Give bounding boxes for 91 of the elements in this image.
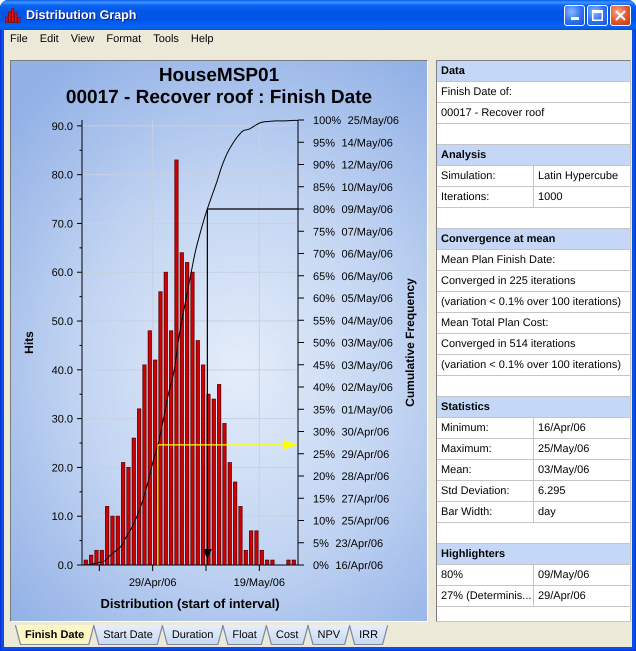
percentile-date: 25/Apr/06 bbox=[342, 516, 390, 528]
table-cell-text: (variation < 0.1% over 100 iterations) bbox=[440, 358, 622, 373]
table-cell-text: Finish Date of: bbox=[440, 85, 513, 100]
table-cell: Bar Width: bbox=[437, 502, 534, 522]
percentile-date: 06/May/06 bbox=[342, 248, 393, 260]
table-cell-text: Latin Hypercube bbox=[537, 169, 620, 184]
axis-tick-label: 10% bbox=[313, 516, 336, 528]
axis-tick-label: 0.0 bbox=[58, 560, 73, 572]
table-cell: 80% bbox=[437, 565, 534, 585]
axis-tick-label: 80% bbox=[313, 204, 336, 216]
table-cell-text: Mean Total Plan Cost: bbox=[440, 316, 550, 331]
percentile-date: 28/Apr/06 bbox=[342, 471, 390, 483]
axis-tick-label: 75% bbox=[313, 226, 336, 238]
table-cell: Std Deviation: bbox=[437, 481, 534, 501]
percentile-date: 05/May/06 bbox=[342, 293, 393, 305]
table-cell-text: Converged in 514 iterations bbox=[440, 337, 577, 352]
axis-tick-label: 40% bbox=[313, 382, 336, 394]
table-cell-text: (variation < 0.1% over 100 iterations) bbox=[440, 295, 622, 310]
section-header: Analysis bbox=[437, 145, 630, 166]
axis-tick-label: 0% bbox=[313, 560, 329, 572]
percentile-date: 12/May/06 bbox=[342, 160, 393, 172]
table-cell-text: 16/Apr/06 bbox=[537, 421, 587, 436]
percentile-date: 07/May/06 bbox=[342, 226, 393, 238]
percentile-date: 14/May/06 bbox=[342, 137, 393, 150]
axis-tick-label: 20.0 bbox=[52, 462, 73, 474]
axis-tick-label: 70.0 bbox=[52, 218, 73, 230]
chart-subtitle: 00017 - Recover roof : Finish Date bbox=[66, 87, 372, 109]
section-header: Convergence at mean bbox=[437, 229, 630, 250]
percentile-date: 10/May/06 bbox=[342, 182, 393, 194]
percentile-date: 01/May/06 bbox=[342, 404, 393, 416]
axis-tick-label: 20% bbox=[313, 471, 336, 483]
percentile-date: 03/May/06 bbox=[342, 360, 393, 372]
percentile-date: 16/Apr/06 bbox=[335, 560, 384, 572]
axis-tick-label: 30% bbox=[313, 426, 336, 438]
axis-tick-label: 5% bbox=[313, 538, 329, 550]
percentile-date: 29/Apr/06 bbox=[342, 448, 390, 461]
table-cell: 27% (Determinis... bbox=[437, 586, 534, 606]
section-header: Highlighters bbox=[437, 544, 630, 565]
percentile-date: 23/Apr/06 bbox=[335, 538, 384, 550]
axis-tick-label: 25% bbox=[313, 448, 336, 461]
percentile-date: 04/May/06 bbox=[342, 315, 393, 328]
axis-tick-label: 10.0 bbox=[52, 511, 73, 524]
axis-tick-label: 29/Apr/06 bbox=[128, 577, 177, 589]
axis-tick-label: 50% bbox=[313, 338, 336, 350]
cumulative-axis-title: Cumulative Frequency bbox=[403, 278, 417, 407]
axis-tick-label: 40.0 bbox=[52, 364, 73, 377]
axis-tick-label: 35% bbox=[313, 404, 336, 416]
axis-tick-label: 90% bbox=[313, 160, 336, 172]
table-cell-text: 25/May/06 bbox=[537, 442, 590, 457]
axis-tick-label: 60% bbox=[313, 293, 336, 305]
table-cell-text: 03/May/06 bbox=[537, 463, 590, 478]
table-cell: Maximum: bbox=[437, 439, 534, 459]
percentile-date: 06/May/06 bbox=[342, 270, 393, 283]
axis-tick-label: 90.0 bbox=[52, 120, 73, 133]
axis-tick-label: 65% bbox=[313, 270, 336, 283]
table-cell: Minimum: bbox=[437, 418, 534, 438]
table-cell: Iterations: bbox=[437, 187, 534, 207]
axis-tick-label: 100% bbox=[313, 115, 342, 127]
axis-tick-label: 50.0 bbox=[52, 316, 73, 328]
section-header: Statistics bbox=[437, 397, 630, 418]
axis-tick-label: 15% bbox=[313, 493, 336, 506]
table-cell-text: day bbox=[537, 505, 557, 520]
percentile-date: 09/May/06 bbox=[342, 204, 393, 216]
axis-tick-label: 80.0 bbox=[52, 170, 73, 182]
table-cell-text: Converged in 225 iterations bbox=[440, 274, 577, 289]
table-cell-text: 00017 - Recover roof bbox=[440, 106, 546, 121]
axis-tick-label: 55% bbox=[313, 315, 336, 328]
table-cell-text: 1000 bbox=[537, 190, 564, 205]
percentile-date: 03/May/06 bbox=[342, 338, 393, 350]
y-axis-title: Hits bbox=[22, 331, 36, 354]
table-cell-text: 29/Apr/06 bbox=[537, 589, 587, 604]
axis-tick-label: 70% bbox=[313, 248, 336, 260]
axis-tick-label: 19/May/06 bbox=[234, 577, 286, 589]
table-cell: Mean: bbox=[437, 460, 534, 480]
table-cell-text: 09/May/06 bbox=[537, 568, 590, 583]
axis-tick-label: 95% bbox=[313, 137, 336, 150]
axis-tick-label: 60.0 bbox=[52, 267, 73, 280]
table-cell-text: 6.295 bbox=[537, 484, 567, 499]
percentile-date: 02/May/06 bbox=[342, 382, 393, 394]
table-cell: Simulation: bbox=[437, 166, 534, 186]
axis-tick-label: 30.0 bbox=[52, 414, 73, 426]
chart-title: HouseMSP01 bbox=[158, 65, 280, 87]
x-axis-title: Distribution (start of interval) bbox=[100, 596, 280, 611]
axis-tick-label: 85% bbox=[313, 182, 336, 194]
percentile-date: 27/Apr/06 bbox=[342, 493, 390, 506]
section-header: Data bbox=[437, 61, 630, 82]
table-cell-text: Mean Plan Finish Date: bbox=[440, 253, 556, 268]
axis-tick-label: 45% bbox=[313, 360, 336, 372]
window-title: Distribution Graph bbox=[26, 8, 136, 22]
percentile-date: 25/May/06 bbox=[348, 115, 400, 127]
percentile-date: 30/Apr/06 bbox=[342, 426, 390, 438]
